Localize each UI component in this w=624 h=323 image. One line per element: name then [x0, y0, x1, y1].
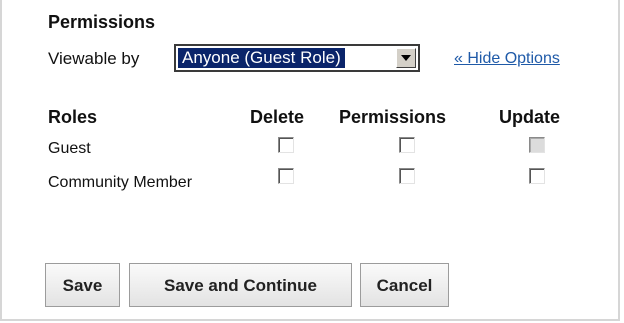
viewable-by-label: Viewable by — [48, 49, 140, 68]
guest-delete-checkbox[interactable] — [278, 137, 294, 153]
section-title: Permissions — [48, 12, 156, 32]
delete-header: Delete — [250, 107, 305, 127]
save-button[interactable]: Save — [45, 263, 120, 307]
role-label-community-member: Community Member — [48, 174, 193, 191]
viewable-by-selected-value: Anyone (Guest Role) — [178, 48, 345, 68]
guest-update-checkbox — [529, 137, 545, 153]
save-and-continue-button[interactable]: Save and Continue — [129, 263, 352, 307]
roles-header: Roles — [48, 107, 98, 127]
hide-options-link[interactable]: « Hide Options — [454, 50, 560, 68]
role-label-guest: Guest — [48, 140, 91, 157]
community-member-delete-checkbox[interactable] — [278, 168, 294, 184]
dropdown-arrow-icon[interactable] — [396, 48, 416, 68]
viewable-by-select[interactable]: Anyone (Guest Role) — [174, 44, 420, 72]
guest-permissions-checkbox[interactable] — [399, 137, 415, 153]
community-member-update-checkbox[interactable] — [529, 168, 545, 184]
update-header: Update — [499, 107, 561, 127]
cancel-button[interactable]: Cancel — [360, 263, 449, 307]
community-member-permissions-checkbox[interactable] — [399, 168, 415, 184]
permissions-panel: Permissions Viewable by Anyone (Guest Ro… — [0, 0, 620, 321]
permissions-header: Permissions — [339, 107, 447, 127]
